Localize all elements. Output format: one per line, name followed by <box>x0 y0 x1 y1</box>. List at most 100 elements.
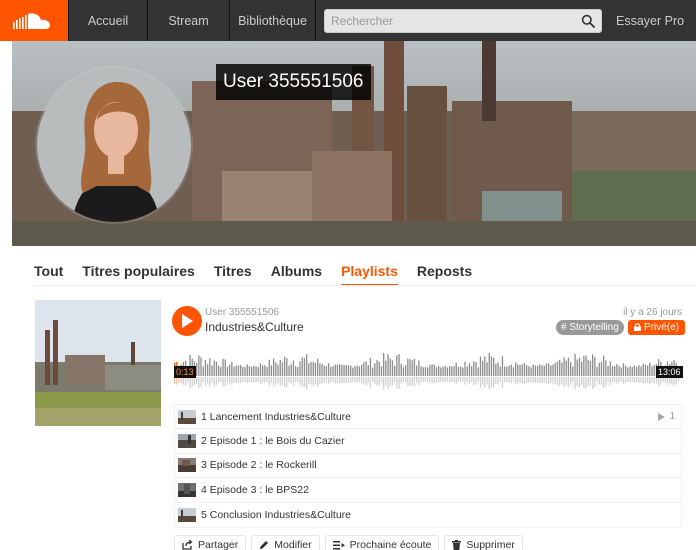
avatar[interactable] <box>35 66 193 224</box>
waveform-bar <box>526 365 528 376</box>
waveform-bar-reflection <box>284 377 286 388</box>
waveform-bar-reflection <box>231 377 233 385</box>
waveform-bar-reflection <box>552 377 554 384</box>
waveform-bar <box>446 367 449 376</box>
track-row[interactable]: 2 Episode 1 : le Bois du Cazier <box>175 429 681 454</box>
waveform-bar-reflection <box>385 377 387 386</box>
waveform-bar-reflection <box>332 377 334 383</box>
waveform-bar <box>284 356 286 376</box>
waveform-bar-reflection <box>237 377 240 383</box>
playlist-title[interactable]: Industries&Culture <box>205 320 304 334</box>
waveform-bar <box>636 366 638 376</box>
waveform-bar <box>268 359 270 376</box>
waveform-bar <box>352 367 354 376</box>
play-button[interactable] <box>172 306 202 336</box>
waveform-bar-reflection <box>631 377 633 382</box>
waveform-bar <box>501 355 504 376</box>
storytelling-tag[interactable]: # Storytelling <box>556 320 624 335</box>
waveform[interactable] <box>174 350 682 392</box>
waveform-bar <box>391 360 394 376</box>
play-count-icon <box>658 412 666 421</box>
waveform-bar <box>647 365 649 376</box>
track-row[interactable]: 4 Episode 3 : le BPS22 <box>175 478 681 503</box>
waveform-bar <box>583 355 585 376</box>
track-row[interactable]: 1 Lancement Industries&Culture 1 <box>175 405 681 430</box>
waveform-bar <box>559 359 561 376</box>
profile-username: User 355551506 <box>216 64 371 100</box>
waveform-bar <box>614 366 616 376</box>
search-icon[interactable] <box>581 14 595 28</box>
waveform-bar-reflection <box>244 377 246 382</box>
waveform-bar <box>240 365 242 376</box>
waveform-bar-reflection <box>675 377 677 385</box>
waveform-bar-reflection <box>521 377 523 384</box>
waveform-bar <box>308 363 310 376</box>
waveform-bar-reflection <box>374 377 376 384</box>
waveform-bar-reflection <box>352 377 354 382</box>
nav-home[interactable]: Accueil <box>68 0 148 41</box>
tab-titres-populaires[interactable]: Titres populaires <box>82 262 195 286</box>
waveform-bar <box>220 367 222 376</box>
add-to-next-up-button[interactable]: Prochaine écoute <box>324 535 440 550</box>
try-pro-link[interactable]: Essayer Pro <box>616 14 684 28</box>
waveform-bar-reflection <box>270 377 273 383</box>
waveform-bar <box>460 366 462 376</box>
waveform-bar-reflection <box>235 377 237 383</box>
waveform-bar <box>587 359 589 376</box>
waveform-bar-reflection <box>257 377 259 382</box>
waveform-bar-reflection <box>477 377 479 382</box>
delete-button[interactable]: Supprimer <box>444 535 523 550</box>
waveform-bar <box>306 354 308 376</box>
waveform-bar-reflection <box>262 377 264 383</box>
waveform-bar-reflection <box>204 377 207 386</box>
playlist-user[interactable]: User 355551506 <box>205 307 279 318</box>
waveform-bar-reflection <box>191 377 193 387</box>
waveform-bar <box>539 364 541 376</box>
tab-reposts[interactable]: Reposts <box>417 262 472 286</box>
waveform-bar <box>495 363 497 376</box>
waveform-bar <box>237 365 240 376</box>
waveform-bar-reflection <box>174 377 176 385</box>
waveform-bar-reflection <box>361 377 363 384</box>
waveform-bar <box>198 355 200 376</box>
waveform-bar-reflection <box>306 377 308 389</box>
track-title: 2 Episode 1 : le Bois du Cazier <box>201 435 345 448</box>
nav-library[interactable]: Bibliothèque <box>230 0 316 41</box>
waveform-bar-reflection <box>462 377 464 382</box>
waveform-bar-reflection <box>339 377 341 384</box>
tab-tout[interactable]: Tout <box>34 262 63 286</box>
edit-button[interactable]: Modifier <box>251 535 320 550</box>
nav-stream[interactable]: Stream <box>148 0 230 41</box>
waveform-bar <box>640 366 642 376</box>
waveform-bar <box>506 366 508 376</box>
waveform-bar-reflection <box>242 377 244 383</box>
track-row[interactable]: 3 Episode 2 : le Rockerill <box>175 454 681 479</box>
waveform-bar-reflection <box>292 377 295 386</box>
waveform-bar <box>416 365 418 376</box>
waveform-bar <box>334 364 336 376</box>
waveform-bar-reflection <box>422 377 424 382</box>
waveform-bar <box>402 367 405 376</box>
waveform-bar <box>644 364 647 376</box>
track-row[interactable]: 5 Conclusion Industries&Culture <box>175 503 681 527</box>
tab-playlists[interactable]: Playlists <box>341 262 398 286</box>
waveform-bar-reflection <box>185 377 187 386</box>
search-input[interactable] <box>325 9 601 32</box>
waveform-bar-reflection <box>585 377 587 389</box>
waveform-bar <box>363 362 365 376</box>
share-button[interactable]: Partager <box>174 535 247 550</box>
waveform-bar-reflection <box>466 377 468 383</box>
waveform-bar <box>202 366 204 376</box>
waveform-bar-reflection <box>625 377 627 383</box>
waveform-bar-reflection <box>409 377 411 387</box>
waveform-bar <box>314 362 317 376</box>
waveform-bar <box>596 366 598 376</box>
waveform-bar <box>286 358 288 376</box>
waveform-bar <box>449 366 451 376</box>
tab-titres[interactable]: Titres <box>214 262 252 286</box>
waveform-bar <box>317 359 319 376</box>
soundcloud-logo[interactable] <box>0 0 68 41</box>
playlist-cover[interactable] <box>35 300 161 426</box>
waveform-bar-reflection <box>264 377 266 383</box>
tab-albums[interactable]: Albums <box>271 262 322 286</box>
